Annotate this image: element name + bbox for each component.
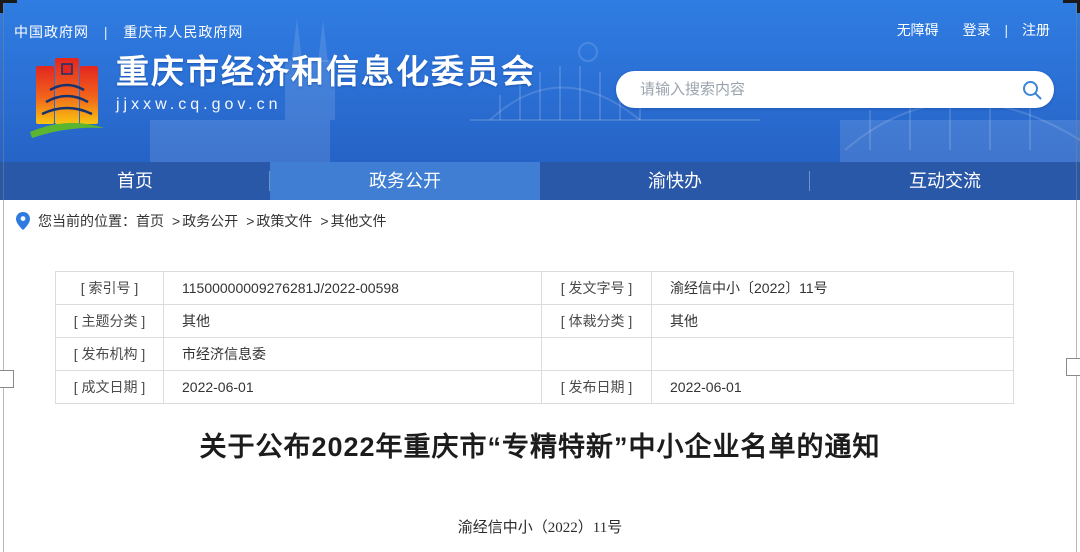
table-row: [ 发布机构 ] 市经济信息委 [56, 338, 1014, 371]
meta-value-doc-symbol: 渝经信中小〔2022〕11号 [652, 272, 1014, 305]
accessibility-link[interactable]: 无障碍 [897, 22, 939, 38]
meta-value-topic-category: 其他 [164, 305, 542, 338]
site-header: 中国政府网 | 重庆市人民政府网 无障碍 登录 | 注册 [0, 0, 1080, 162]
site-logo-icon [28, 52, 106, 148]
table-row: [ 索引号 ] 11500000009276281J/2022-00598 [ … [56, 272, 1014, 305]
meta-label-doc-symbol: [ 发文字号 ] [542, 272, 652, 305]
breadcrumb-prefix: 您当前的位置： [38, 211, 136, 231]
meta-label-empty [542, 338, 652, 371]
meta-label-genre-category: [ 体裁分类 ] [542, 305, 652, 338]
meta-label-written-date: [ 成文日期 ] [56, 371, 164, 404]
main-nav: 首页 政务公开 渝快办 互动交流 [0, 162, 1080, 200]
nav-item-yukuaiban[interactable]: 渝快办 [540, 162, 810, 200]
breadcrumb-separator: > [320, 213, 328, 229]
breadcrumb-item-zhengcewenjian[interactable]: 政策文件 [256, 211, 312, 231]
meta-value-issuing-agency: 市经济信息委 [164, 338, 542, 371]
nav-item-home[interactable]: 首页 [0, 162, 270, 200]
document-number: 渝经信中小（2022）11号 [0, 516, 1080, 537]
nav-item-interaction[interactable]: 互动交流 [810, 162, 1080, 200]
top-utility-bar: 中国政府网 | 重庆市人民政府网 无障碍 登录 | 注册 [0, 0, 1080, 44]
nav-item-government-affairs[interactable]: 政务公开 [270, 162, 540, 200]
document-meta-table: [ 索引号 ] 11500000009276281J/2022-00598 [ … [55, 271, 1014, 404]
link-chongqing-gov[interactable]: 重庆市人民政府网 [123, 24, 243, 40]
breadcrumb-item-home[interactable]: 首页 [136, 211, 164, 231]
breadcrumb-separator: > [172, 213, 180, 229]
link-china-gov[interactable]: 中国政府网 [14, 24, 89, 40]
meta-label-topic-category: [ 主题分类 ] [56, 305, 164, 338]
page: 中国政府网 | 重庆市人民政府网 无障碍 登录 | 注册 [0, 0, 1080, 552]
meta-label-index-no: [ 索引号 ] [56, 272, 164, 305]
breadcrumb-separator: > [246, 213, 254, 229]
nav-item-label: 互动交流 [909, 171, 981, 191]
brand-text: 重庆市经济和信息化委员会 jjxxw.cq.gov.cn [116, 52, 536, 114]
meta-value-index-no: 11500000009276281J/2022-00598 [164, 272, 542, 305]
table-row: [ 成文日期 ] 2022-06-01 [ 发布日期 ] 2022-06-01 [56, 371, 1014, 404]
selection-border-left [3, 0, 4, 552]
gov-links: 中国政府网 | 重庆市人民政府网 [14, 22, 243, 42]
page-title: 关于公布2022年重庆市“专精特新”中小企业名单的通知 [0, 425, 1080, 464]
nav-item-label: 渝快办 [648, 171, 702, 191]
location-pin-icon [16, 212, 30, 230]
account-links: 无障碍 登录 | 注册 [897, 20, 1050, 40]
breadcrumb: 您当前的位置： 首页 > 政务公开 > 政策文件 > 其他文件 [0, 200, 1080, 242]
selection-corner-top-right [1063, 0, 1080, 13]
nav-item-label: 首页 [117, 171, 153, 191]
table-row: [ 主题分类 ] 其他 [ 体裁分类 ] 其他 [56, 305, 1014, 338]
selection-handle-right [1066, 358, 1080, 376]
meta-label-issuing-agency: [ 发布机构 ] [56, 338, 164, 371]
breadcrumb-item-zhengwugongkai[interactable]: 政务公开 [182, 211, 238, 231]
nav-item-label: 政务公开 [369, 171, 441, 191]
selection-corner-top-left [0, 0, 17, 13]
search-input[interactable] [638, 80, 1010, 99]
site-url: jjxxw.cq.gov.cn [116, 96, 536, 114]
search-box [616, 71, 1054, 108]
meta-value-publish-date: 2022-06-01 [652, 371, 1014, 404]
meta-value-genre-category: 其他 [652, 305, 1014, 338]
selection-border-right [1076, 0, 1077, 552]
search-button[interactable] [1010, 71, 1054, 108]
site-title: 重庆市经济和信息化委员会 [116, 52, 536, 92]
selection-handle-left [0, 370, 14, 388]
site-brand[interactable]: 重庆市经济和信息化委员会 jjxxw.cq.gov.cn [28, 52, 536, 148]
meta-label-publish-date: [ 发布日期 ] [542, 371, 652, 404]
meta-value-empty [652, 338, 1014, 371]
search-icon [1021, 79, 1043, 101]
meta-value-written-date: 2022-06-01 [164, 371, 542, 404]
link-separator: | [104, 24, 109, 40]
breadcrumb-item-qitawenjian[interactable]: 其他文件 [331, 211, 387, 231]
login-link[interactable]: 登录 [963, 22, 991, 38]
register-link[interactable]: 注册 [1022, 22, 1050, 38]
auth-separator: | [1004, 22, 1008, 38]
